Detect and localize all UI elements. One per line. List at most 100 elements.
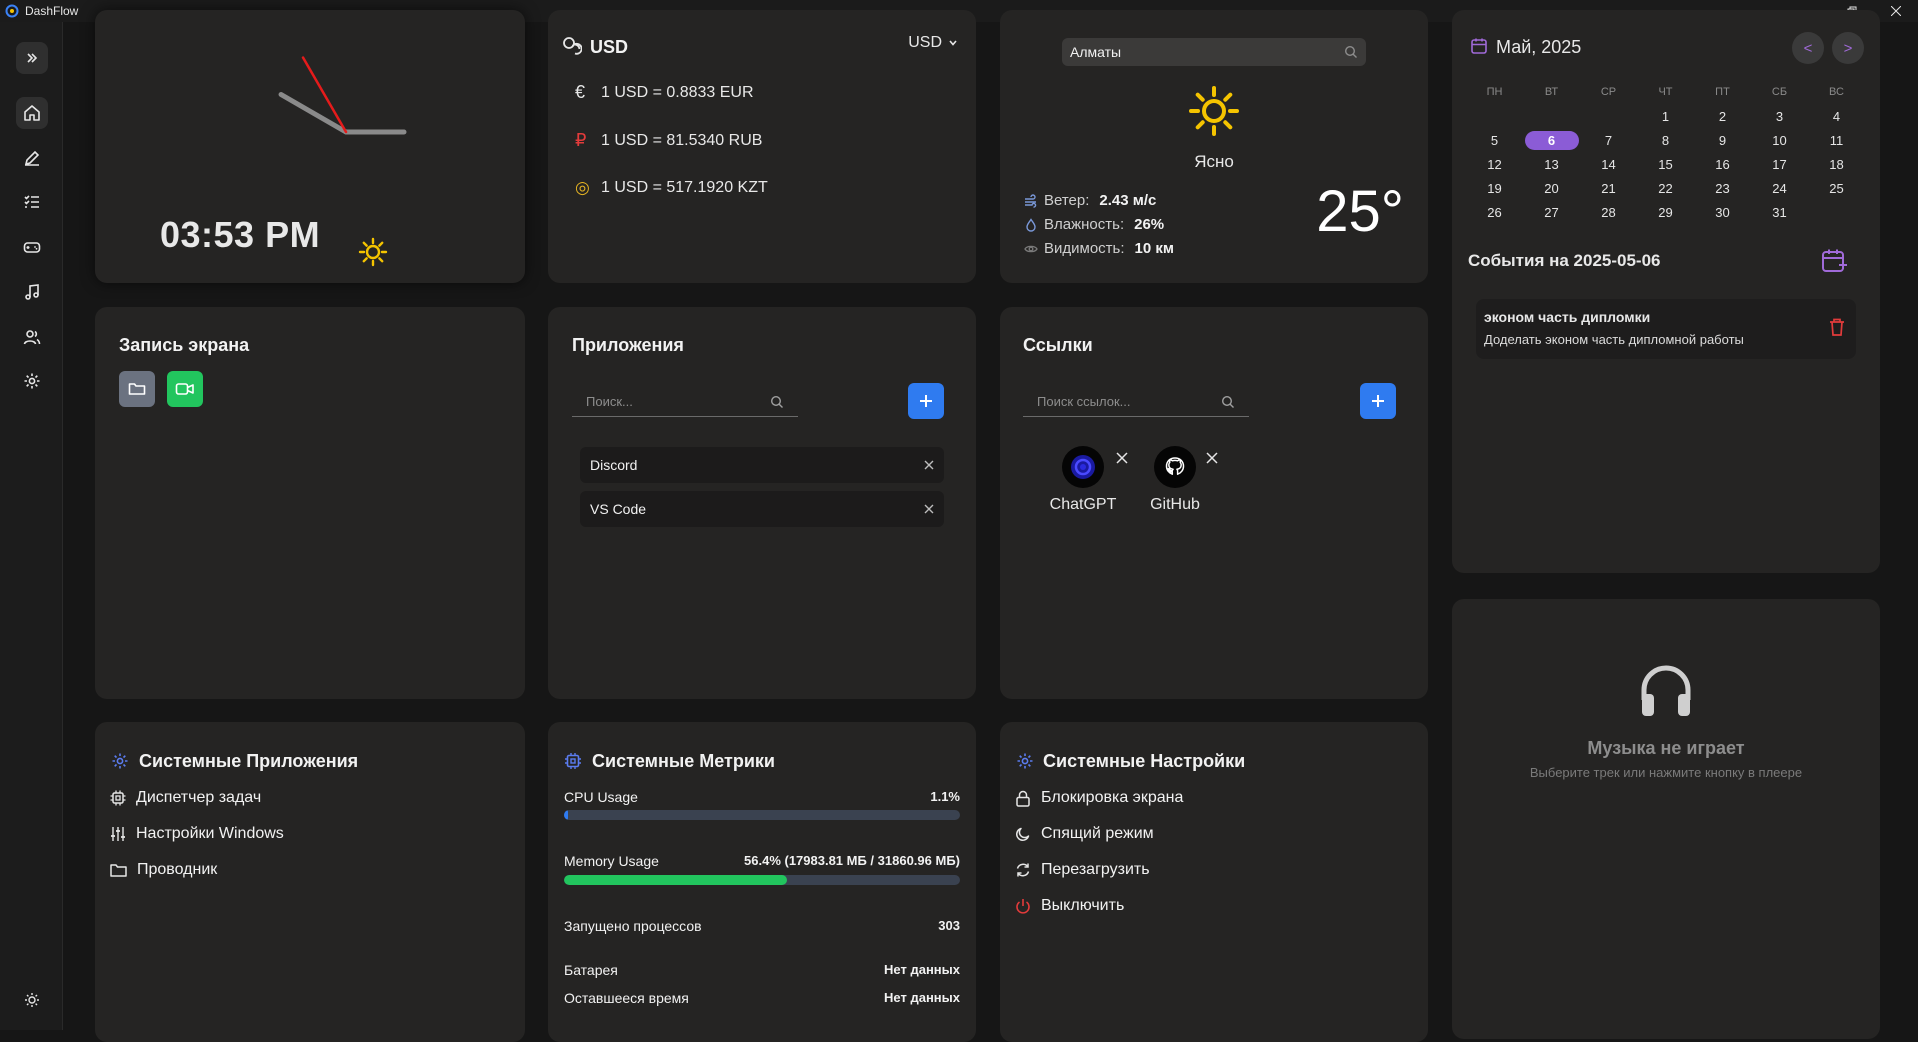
add-event-button[interactable] <box>1820 247 1848 275</box>
checklist-icon <box>24 195 39 208</box>
sidebar-item-home[interactable] <box>16 97 48 129</box>
delete-event-button[interactable] <box>1828 317 1846 342</box>
screen-record-widget: Запись экрана <box>95 307 525 699</box>
calendar-day-selected[interactable]: 6 <box>1523 130 1580 150</box>
add-app-button[interactable] <box>908 383 944 419</box>
calendar-day[interactable]: 11 <box>1808 133 1865 148</box>
battery-row: Батарея Нет данных <box>564 962 960 978</box>
event-description: Доделать эконом часть дипломной работы <box>1484 332 1744 347</box>
calendar-day[interactable]: 5 <box>1466 133 1523 148</box>
currency-select[interactable]: USD <box>908 34 958 52</box>
calendar-weekday-row: ПН ВТ СР ЧТ ПТ СБ ВС <box>1466 80 1866 104</box>
event-item[interactable]: эконом часть дипломки Доделать эконом ча… <box>1476 299 1856 359</box>
calendar-day[interactable]: 1 <box>1637 109 1694 124</box>
refresh-icon <box>1016 863 1030 877</box>
app-item[interactable]: VS Code <box>580 491 944 527</box>
system-app-windows-settings[interactable]: Настройки Windows <box>110 825 284 843</box>
calendar-day[interactable]: 31 <box>1751 205 1808 220</box>
wind-icon <box>1025 193 1037 208</box>
calendar-weekday: ВС <box>1829 86 1844 98</box>
calendar-day[interactable]: 23 <box>1694 181 1751 196</box>
calendar-day[interactable]: 27 <box>1523 205 1580 220</box>
calendar-day[interactable]: 29 <box>1637 205 1694 220</box>
close-icon[interactable] <box>1206 452 1218 464</box>
apps-search-input[interactable]: Поиск... <box>572 387 798 417</box>
cpu-usage-row: CPU Usage 1.1% <box>564 789 960 805</box>
calendar-day[interactable]: 26 <box>1466 205 1523 220</box>
calendar-day[interactable]: 30 <box>1694 205 1751 220</box>
calendar-next-button[interactable]: > <box>1832 32 1864 64</box>
system-app-label: Проводник <box>137 861 218 878</box>
calendar-day[interactable]: 20 <box>1523 181 1580 196</box>
sleep-mode-button[interactable]: Спящий режим <box>1015 825 1154 843</box>
calendar-widget: Май, 2025 < > ПН ВТ СР ЧТ ПТ СБ ВС 1 2 3 4 5 6 7 8 9 10… <box>1452 10 1880 573</box>
sidebar-item-users[interactable] <box>16 321 48 353</box>
sidebar-expand-button[interactable] <box>16 42 48 74</box>
close-window-button[interactable] <box>1874 0 1918 22</box>
close-icon[interactable] <box>924 460 934 470</box>
currency-rate-row: ◎ 1 USD = 517.1920 KZT <box>575 178 768 198</box>
github-logo-icon <box>1154 446 1196 488</box>
app-item-label: Discord <box>590 457 638 473</box>
links-search-input[interactable]: Поиск ссылок... <box>1023 387 1249 417</box>
city-search-input[interactable]: Алматы <box>1062 38 1366 66</box>
shutdown-button[interactable]: Выключить <box>1015 897 1124 915</box>
sidebar-item-music[interactable] <box>16 276 48 308</box>
window-title: DashFlow <box>25 4 79 18</box>
start-recording-button[interactable] <box>167 371 203 407</box>
app-item[interactable]: Discord <box>580 447 944 483</box>
calendar-month-label: Май, 2025 <box>1496 37 1582 57</box>
sidebar-item-settings[interactable] <box>16 365 48 397</box>
restart-button[interactable]: Перезагрузить <box>1015 861 1150 879</box>
sidebar-item-notes[interactable] <box>16 142 48 174</box>
calendar-day[interactable]: 15 <box>1637 157 1694 172</box>
calendar-week-row: 19 20 21 22 23 24 25 <box>1466 176 1866 200</box>
apps-title: Приложения <box>572 335 684 355</box>
calendar-day[interactable]: 10 <box>1751 133 1808 148</box>
calendar-day[interactable]: 24 <box>1751 181 1808 196</box>
calendar-day[interactable]: 14 <box>1580 157 1637 172</box>
add-link-button[interactable] <box>1360 383 1396 419</box>
lock-screen-button[interactable]: Блокировка экрана <box>1015 789 1183 807</box>
search-icon <box>1221 395 1234 408</box>
calendar-weekday: ПТ <box>1715 86 1730 98</box>
calendar-day[interactable]: 28 <box>1580 205 1637 220</box>
calendar-day[interactable]: 19 <box>1466 181 1523 196</box>
calendar-day[interactable]: 7 <box>1580 133 1637 148</box>
calendar-day[interactable]: 2 <box>1694 109 1751 124</box>
settings-item-label: Блокировка экрана <box>1041 789 1184 806</box>
calendar-day[interactable]: 18 <box>1808 157 1865 172</box>
close-icon[interactable] <box>924 504 934 514</box>
calendar-day[interactable]: 9 <box>1694 133 1751 148</box>
calendar-day[interactable]: 16 <box>1694 157 1751 172</box>
link-item-chatgpt[interactable]: ChatGPT <box>1038 446 1128 514</box>
calendar-day[interactable]: 13 <box>1523 157 1580 172</box>
currency-widget: USD USD € 1 USD = 0.8833 EUR ₽ 1 USD = 8… <box>548 10 976 283</box>
calendar-day[interactable]: 4 <box>1808 109 1865 124</box>
sidebar-item-games[interactable] <box>16 231 48 263</box>
system-settings-widget: Системные Настройки Блокировка экрана Сп… <box>1000 722 1428 1042</box>
remaining-time-row: Оставшееся время Нет данных <box>564 990 960 1006</box>
open-folder-button[interactable] <box>119 371 155 407</box>
theme-toggle-button[interactable] <box>16 984 48 1016</box>
pencil-icon <box>24 150 40 166</box>
system-app-task-manager[interactable]: Диспетчер задач <box>110 789 261 807</box>
calendar-day[interactable]: 3 <box>1751 109 1808 124</box>
calendar-prev-button[interactable]: < <box>1792 32 1824 64</box>
calendar-day[interactable]: 17 <box>1751 157 1808 172</box>
calendar-day[interactable]: 8 <box>1637 133 1694 148</box>
system-app-explorer[interactable]: Проводник <box>110 861 217 879</box>
lock-icon <box>1016 790 1030 807</box>
sidebar-item-tasks[interactable] <box>16 186 48 218</box>
app-logo-icon <box>5 4 19 18</box>
chevron-down-icon <box>949 40 957 46</box>
calendar-day[interactable]: 25 <box>1808 181 1865 196</box>
close-icon[interactable] <box>1116 452 1128 464</box>
calendar-day[interactable]: 22 <box>1637 181 1694 196</box>
system-settings-title: Системные Настройки <box>1043 751 1246 771</box>
remaining-time-value: Нет данных <box>884 990 960 1005</box>
app-item-label: VS Code <box>590 501 647 517</box>
calendar-day[interactable]: 21 <box>1580 181 1637 196</box>
calendar-day[interactable]: 12 <box>1466 157 1523 172</box>
calendar-week-row: 12 13 14 15 16 17 18 <box>1466 152 1866 176</box>
